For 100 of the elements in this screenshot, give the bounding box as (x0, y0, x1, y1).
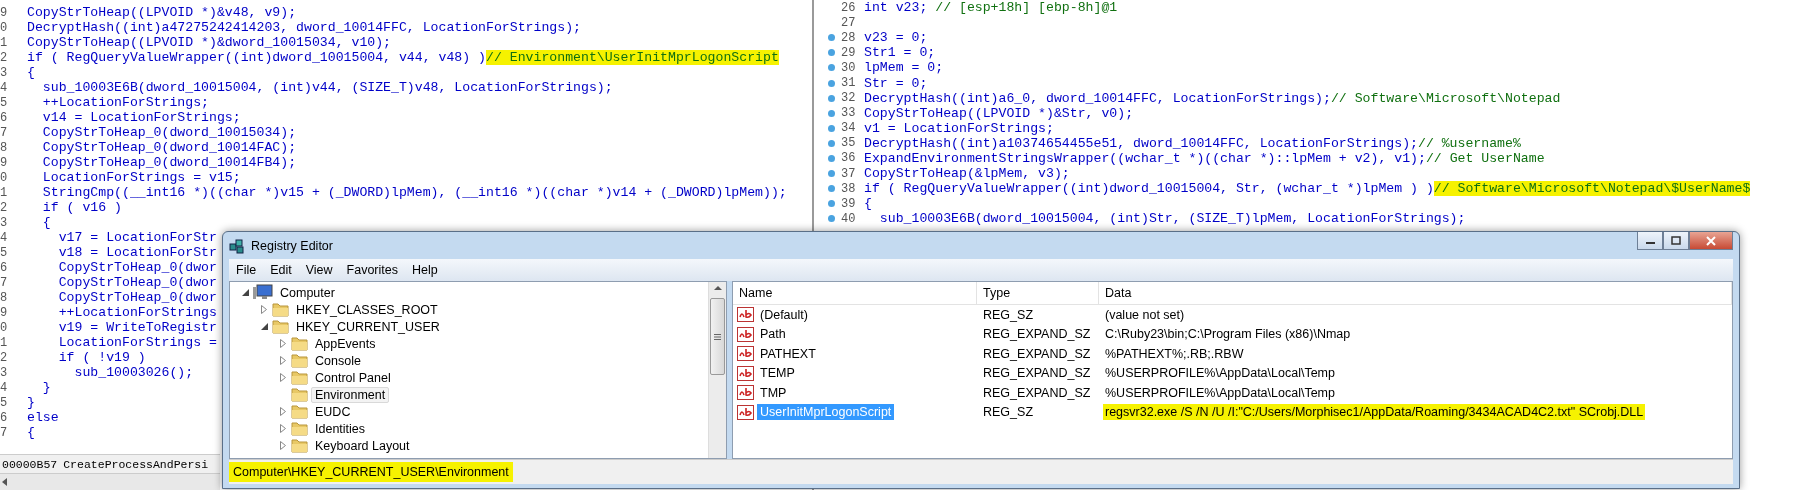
code-line: CopyStrToHeap_0(dwor (57, 290, 217, 305)
line-dot-icon (828, 200, 835, 208)
value-type: REG_EXPAND_SZ (982, 365, 1092, 383)
minimize-button[interactable] (1637, 232, 1663, 250)
code-comment: // Get UserName (1425, 151, 1545, 166)
line-dot-icon (828, 49, 835, 57)
tree-item[interactable]: Identities (311, 420, 370, 437)
line-number: 4 (0, 230, 9, 245)
tree-item[interactable]: Console (311, 352, 365, 369)
line-number: 5 (0, 95, 9, 110)
folder-icon (291, 421, 308, 436)
collapsed-arrow-icon[interactable] (261, 305, 267, 314)
line-number: 3 (0, 215, 9, 230)
line-dot-icon (828, 94, 835, 102)
folder-icon (272, 302, 289, 317)
string-value-icon (737, 307, 754, 323)
menu-item[interactable]: View (298, 263, 340, 277)
value-type: REG_EXPAND_SZ (982, 384, 1092, 402)
folder-icon (291, 404, 308, 419)
code-line: Str = 0; (864, 75, 928, 91)
line-number: 38 (841, 181, 857, 196)
line-dot-icon (828, 139, 835, 147)
folder-icon (291, 438, 308, 453)
string-value-icon (737, 404, 754, 420)
tree-item[interactable]: Control Panel (311, 369, 395, 386)
value-type: REG_SZ (982, 404, 1034, 422)
string-value-icon (737, 346, 754, 362)
line-number: 6 (0, 260, 9, 275)
window-title: Registry Editor (251, 238, 333, 253)
menu-item[interactable]: File (229, 263, 264, 277)
menu-item[interactable]: Favorites (339, 263, 405, 277)
address-text: 00000B57 (2, 457, 58, 471)
line-number: 33 (841, 106, 857, 121)
expanded-arrow-icon[interactable] (241, 289, 249, 296)
code-line: if ( RegQueryValueWrapper((int)dword_10015004, Str, (wchar_t *)lpMem ) ) (864, 181, 1434, 197)
tree-item[interactable]: EUDC (311, 403, 355, 420)
line-number: 36 (841, 151, 857, 166)
vertical-scrollbar[interactable] (708, 282, 726, 458)
column-header[interactable]: Name (733, 282, 977, 305)
line-number: 6 (0, 410, 9, 425)
line-number: 2 (0, 200, 9, 215)
value-name[interactable]: (Default) (757, 306, 811, 323)
expanded-arrow-icon[interactable] (260, 323, 268, 330)
line-number: 9 (0, 155, 9, 170)
line-dot-icon (828, 79, 835, 87)
code-line: if ( RegQueryValueWrapper((int)dword_10015004, v44, v48) ) (27, 50, 486, 65)
line-number: 27 (841, 15, 857, 30)
code-line: CopyStrToHeap(&lpMem, v3); (864, 166, 1070, 182)
value-type: REG_SZ (982, 306, 1034, 324)
value-type: REG_EXPAND_SZ (982, 326, 1092, 344)
code-line: CopyStrToHeap_0(dwor (57, 260, 217, 275)
line-number: 0 (0, 20, 9, 35)
menu-item[interactable]: Help (405, 263, 445, 277)
value-name[interactable]: Path (757, 326, 789, 343)
code-line: ++LocationForStrings (57, 305, 217, 320)
code-line: lpMem = 0; (864, 60, 944, 76)
code-line: LocationForStrings = (57, 335, 217, 350)
left-arrow-icon[interactable] (0, 477, 10, 487)
string-value-icon (737, 385, 754, 401)
value-type: REG_EXPAND_SZ (982, 345, 1092, 363)
close-icon (1706, 235, 1716, 246)
line-number: 2 (0, 50, 9, 65)
folder-icon (291, 353, 308, 368)
line-dot-icon (828, 124, 835, 132)
folder-icon (291, 387, 308, 402)
code-line: v14 = LocationForStrings; (41, 110, 241, 125)
column-header[interactable]: Data (1099, 282, 1732, 305)
line-dot-icon (828, 109, 835, 117)
line-number: 8 (0, 290, 9, 305)
tree-item[interactable]: Environment (311, 386, 390, 403)
value-name[interactable]: TMP (757, 384, 790, 401)
close-button[interactable] (1689, 232, 1733, 250)
code-line: ExpandEnvironmentStringsWrapper((wchar_t *)((char *)::lpMem + v2), v1); (864, 151, 1426, 166)
tree-item[interactable]: Computer (276, 284, 339, 301)
value-data: regsvr32.exe /S /N /U /I:"C:/Users/Morphisec1/AppData/Roaming/3434ACAD4C2.txt" SCrobj.DLL (1103, 404, 1646, 421)
line-dot-icon (828, 170, 835, 178)
code-line: } (27, 395, 35, 410)
code-comment: // [esp+18h] [ebp-8h]@1 (934, 0, 1118, 16)
line-number: 9 (0, 305, 9, 320)
value-name[interactable]: PATHEXT (757, 345, 819, 362)
maximize-button[interactable] (1663, 232, 1689, 250)
code-line: DecryptHash((int)a10374654455e51, dword_10014FFC, LocationForStrings); (864, 135, 1418, 151)
computer-icon (253, 284, 273, 301)
value-data: C:\Ruby23\bin;C:\Program Files (x86)\Nmap (1104, 326, 1352, 343)
line-number: 28 (841, 30, 857, 45)
tree-item[interactable]: HKEY_CLASSES_ROOT (292, 301, 442, 318)
value-data: (value not set) (1104, 306, 1186, 323)
key-path: Computer\HKEY_CURRENT_USER\Environment (229, 462, 513, 482)
code-line: { (864, 196, 872, 212)
value-name[interactable]: TEMP (757, 365, 798, 382)
tree-item[interactable]: AppEvents (311, 335, 380, 352)
menu-item[interactable]: Edit (263, 263, 299, 277)
horizontal-scrollbar[interactable] (0, 473, 220, 490)
function-name: CreateProcessAndPersi (63, 457, 209, 471)
code-line: else (27, 410, 59, 425)
tree-item[interactable]: Keyboard Layout (311, 437, 414, 454)
tree-item[interactable]: HKEY_CURRENT_USER (292, 318, 444, 335)
column-header[interactable]: Type (977, 282, 1099, 305)
code-line: sub_10003E6B(dword_10015004, (int)v44, (SIZE_T)v48, LocationForStrings); (41, 80, 613, 95)
code-line: int v23; (864, 0, 928, 16)
